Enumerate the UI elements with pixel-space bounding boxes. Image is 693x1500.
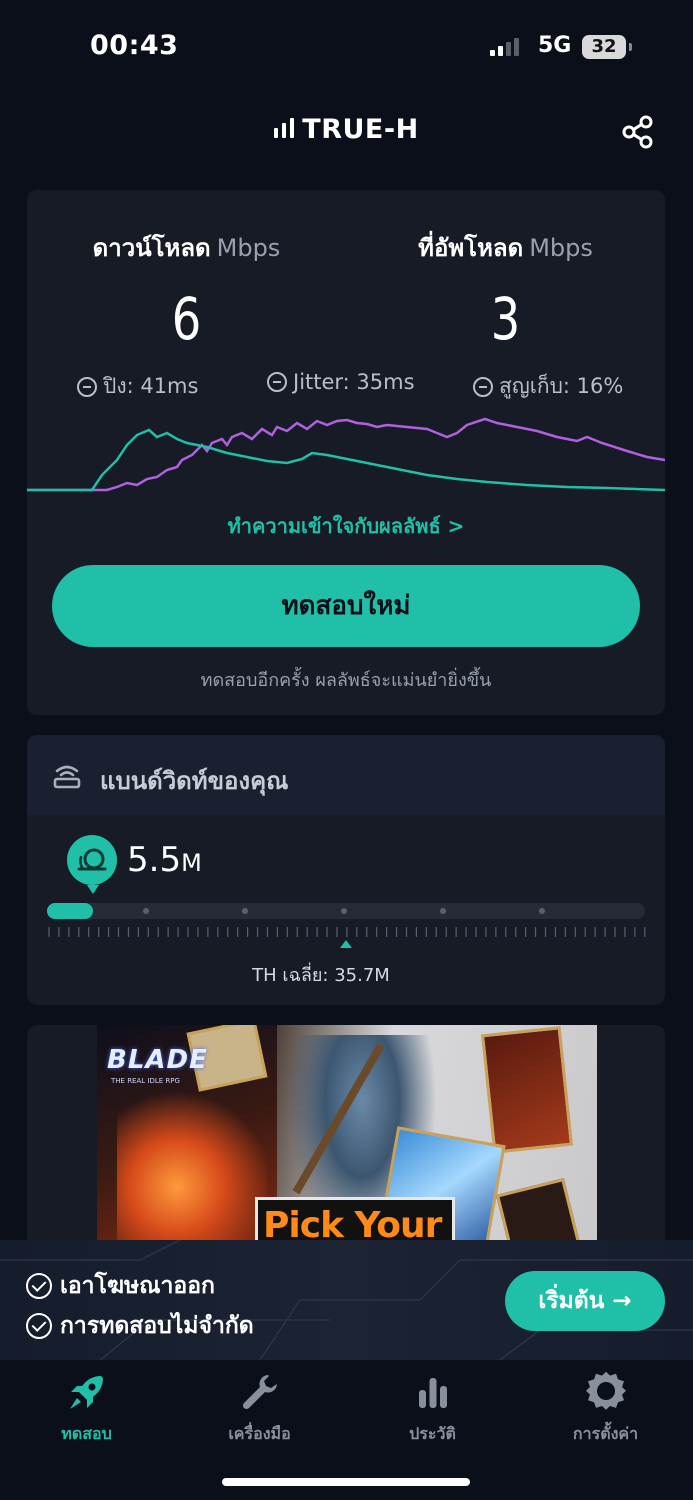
bandwidth-number: 5.5 — [127, 840, 182, 880]
download-value: 6 — [171, 285, 202, 353]
jitter-icon — [267, 372, 287, 392]
bandwidth-value: 5.5M — [127, 840, 202, 880]
tab-tools[interactable]: เครื่องมือ — [173, 1370, 346, 1447]
retest-hint: ทดสอบอีกครั้ง ผลลัพธ์จะแม่นยำยิ่งขึ้น — [200, 670, 492, 691]
share-icon[interactable] — [620, 114, 656, 150]
bar-chart-icon — [418, 1378, 447, 1408]
ad-logo: BLADE — [107, 1045, 208, 1075]
loss-stat: สูญเก็บ: 16% — [473, 370, 623, 403]
tab-label: การตั้งค่า — [572, 1424, 639, 1443]
jitter-stat: Jitter: 35ms — [267, 370, 415, 394]
status-bar: 00:43 5G 32 — [0, 0, 693, 95]
bandwidth-suffix: M — [181, 849, 202, 877]
loss-value: สูญเก็บ: 16% — [499, 374, 624, 398]
ad-art-fire — [117, 1085, 267, 1255]
retest-button[interactable]: ทดสอบใหม่ — [52, 565, 640, 647]
ad-card[interactable]: BLADE THE REAL IDLE RPG Pick Your — [27, 1025, 665, 1255]
tab-test[interactable]: ทดสอบ — [0, 1370, 173, 1447]
home-indicator — [222, 1478, 470, 1486]
jitter-value: Jitter: 35ms — [293, 370, 415, 394]
ping-value: ปิง: 41ms — [103, 374, 199, 398]
bandwidth-meter-fill — [47, 903, 93, 919]
wrench-icon — [242, 1375, 277, 1410]
stats-row: ปิง: 41ms Jitter: 35ms สูญเก็บ: 16% — [27, 370, 665, 404]
bandwidth-card: แบนด์วิดท์ของคุณ 5.5M TH เฉลี่ย: 35.7M — [27, 735, 665, 1005]
result-card: ดาวน์โหลด Mbps 6 ที่อัพโหลด Mbps 3 ปิง: 41… — [27, 190, 665, 715]
upload-value: 3 — [490, 285, 521, 353]
promo-item-label: เอาโฆษณาออก — [60, 1273, 215, 1299]
tab-label: ประวัติ — [409, 1424, 456, 1443]
meter-dot — [440, 908, 446, 914]
meter-dot — [341, 908, 347, 914]
ping-stat: ปิง: 41ms — [77, 370, 198, 403]
download-metric: ดาวน์โหลด Mbps 6 — [27, 228, 346, 353]
average-label: TH เฉลี่ย: 35.7M — [252, 965, 390, 986]
ping-icon — [77, 376, 97, 397]
check-circle-icon — [26, 1313, 52, 1339]
upload-unit: Mbps — [529, 234, 593, 262]
start-button[interactable]: เริ่มต้น → — [505, 1271, 665, 1331]
upload-metric: ที่อัพโหลด Mbps 3 — [346, 228, 665, 353]
packet-loss-icon — [473, 376, 493, 397]
bandwidth-title: แบนด์วิดท์ของคุณ — [100, 767, 289, 795]
tab-history[interactable]: ประวัติ — [346, 1370, 519, 1447]
app-header: TRUE-H — [0, 100, 693, 170]
ad-logo-subtitle: THE REAL IDLE RPG — [111, 1077, 180, 1085]
speed-graph — [27, 417, 665, 492]
meter-dot — [143, 908, 149, 914]
premium-promo-bar: เอาโฆษณาออก การทดสอบไม่จำกัด เริ่มต้น → — [0, 1240, 693, 1360]
promo-item-unlimited-tests: การทดสอบไม่จำกัด — [26, 1308, 254, 1344]
snail-icon — [67, 835, 117, 894]
carrier-name: TRUE-H — [302, 114, 419, 145]
promo-item-label: การทดสอบไม่จำกัด — [60, 1313, 254, 1339]
status-time: 00:43 — [90, 30, 179, 61]
download-unit: Mbps — [216, 234, 281, 262]
cellular-signal-icon — [490, 36, 519, 56]
tab-label: เครื่องมือ — [228, 1424, 291, 1443]
understand-results-link[interactable]: ทำความเข้าใจกับผลลัพธ์ > — [27, 510, 665, 542]
ad-art-card — [480, 1026, 574, 1154]
ad-banner[interactable]: BLADE THE REAL IDLE RPG Pick Your — [97, 1025, 597, 1255]
upload-graph-line — [27, 417, 665, 492]
router-icon — [53, 765, 81, 789]
header-title: TRUE-H — [0, 114, 693, 145]
download-label: ดาวน์โหลด Mbps — [92, 234, 281, 262]
bandwidth-meter — [47, 903, 645, 919]
battery-icon: 32 — [582, 35, 632, 59]
network-type: 5G — [538, 33, 572, 58]
upload-label: ที่อัพโหลด Mbps — [418, 234, 593, 262]
average-marker-icon — [340, 940, 352, 948]
bandwidth-header: แบนด์วิดท์ของคุณ — [27, 735, 665, 815]
check-circle-icon — [26, 1273, 52, 1299]
gear-icon — [585, 1371, 626, 1410]
tab-label: ทดสอบ — [61, 1424, 112, 1443]
promo-item-remove-ads: เอาโฆษณาออก — [26, 1268, 215, 1304]
tab-settings[interactable]: การตั้งค่า — [519, 1370, 692, 1447]
meter-ticks — [48, 927, 646, 937]
rocket-icon — [69, 1376, 103, 1409]
meter-dot — [242, 908, 248, 914]
signal-bars-icon — [274, 118, 295, 138]
meter-dot — [539, 908, 545, 914]
